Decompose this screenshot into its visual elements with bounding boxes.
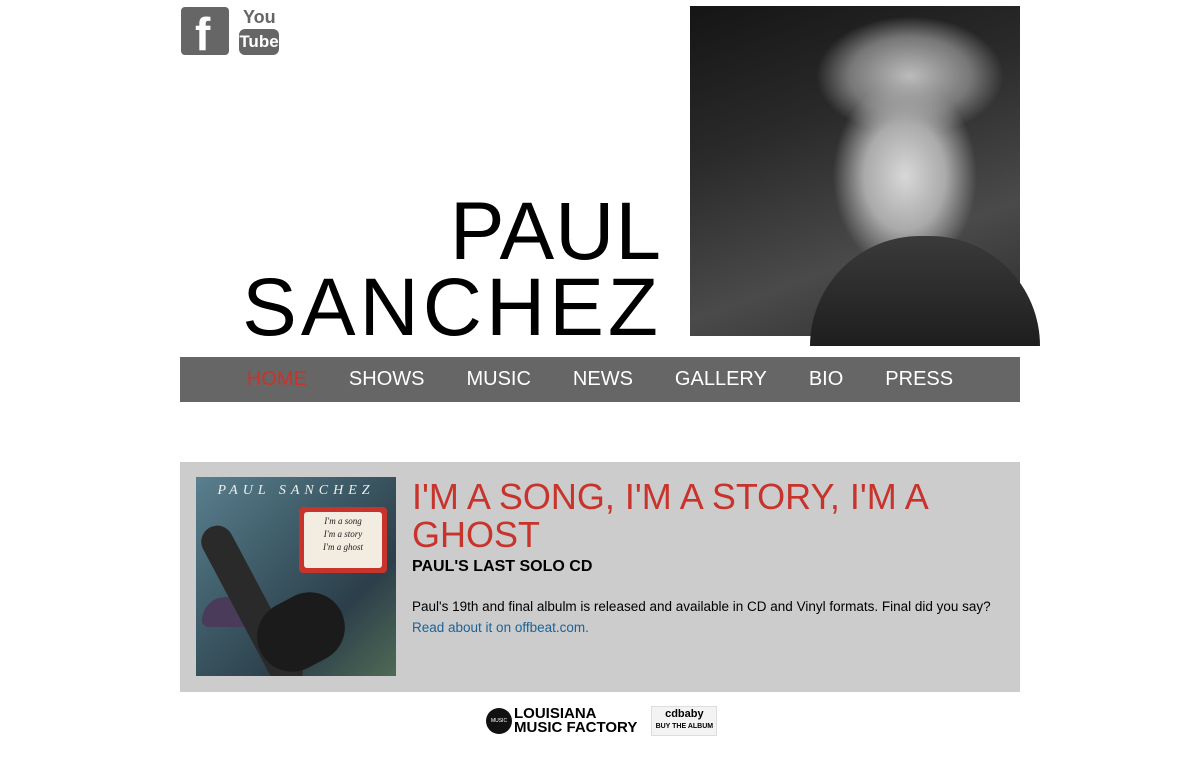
feature-subtitle: PAUL'S LAST SOLO CD [412,558,593,575]
site-title-last: SANCHEZ [242,262,662,353]
nav-item-press[interactable]: PRESS [885,357,953,402]
nav-item-home[interactable]: HOME [247,357,307,402]
feature-title: I'M A SONG, I'M A STORY, I'M A GHOST [412,476,927,555]
cdbaby-buy-button[interactable]: cdbaby BUY THE ALBUM [651,706,718,736]
album-line-2: I'm a story [323,529,363,539]
offbeat-link[interactable]: Read about it on offbeat.com. [412,620,589,635]
portrait-shoulder-shape [810,236,1040,346]
nav-item-shows[interactable]: SHOWS [349,357,425,402]
featured-album-panel: PAUL SANCHEZ I'm a song I'm a story I'm … [180,462,1020,692]
nav-item-bio[interactable]: BIO [809,357,843,402]
nav-item-gallery[interactable]: GALLERY [675,357,767,402]
feature-body-text: Paul's 19th and final albulm is released… [412,599,991,614]
feature-body: Paul's 19th and final albulm is released… [412,596,1002,638]
site-title: PAUL SANCHEZ [242,186,662,353]
site-title-first: PAUL [449,186,662,277]
nav-item-music[interactable]: MUSIC [466,357,530,402]
sponsor-links: MUSIC FACTORY LOUISIANA MUSIC FACTORY cd… [486,706,718,750]
nav-item-news[interactable]: NEWS [573,357,633,402]
album-title-label: I'm a song I'm a story I'm a ghost [299,507,387,573]
social-links: f You Tube [181,7,279,60]
youtube-icon[interactable]: You Tube [239,7,279,55]
louisiana-music-factory-logo[interactable]: MUSIC FACTORY LOUISIANA MUSIC FACTORY [486,706,638,750]
lmf-line-2: MUSIC FACTORY [514,719,638,736]
facebook-glyph: f [195,8,211,60]
youtube-you-text: You [243,7,276,27]
facebook-icon[interactable]: f [181,7,229,60]
lmf-disc-icon: MUSIC FACTORY [486,708,512,750]
artist-portrait [690,6,1040,346]
youtube-tube-text: Tube [239,29,279,55]
album-line-1: I'm a song [324,516,362,526]
cdbaby-logo: cdbaby [665,708,704,720]
lmf-wordmark: LOUISIANA MUSIC FACTORY [514,706,638,736]
cdbaby-cta: BUY THE ALBUM [655,723,714,730]
main-nav: HOME SHOWS MUSIC NEWS GALLERY BIO PRESS [180,357,1020,402]
album-line-3: I'm a ghost [323,542,363,552]
album-cover[interactable]: PAUL SANCHEZ I'm a song I'm a story I'm … [196,477,396,676]
album-title-card: I'm a song I'm a story I'm a ghost [304,512,382,568]
album-artist-text: PAUL SANCHEZ [217,483,375,498]
